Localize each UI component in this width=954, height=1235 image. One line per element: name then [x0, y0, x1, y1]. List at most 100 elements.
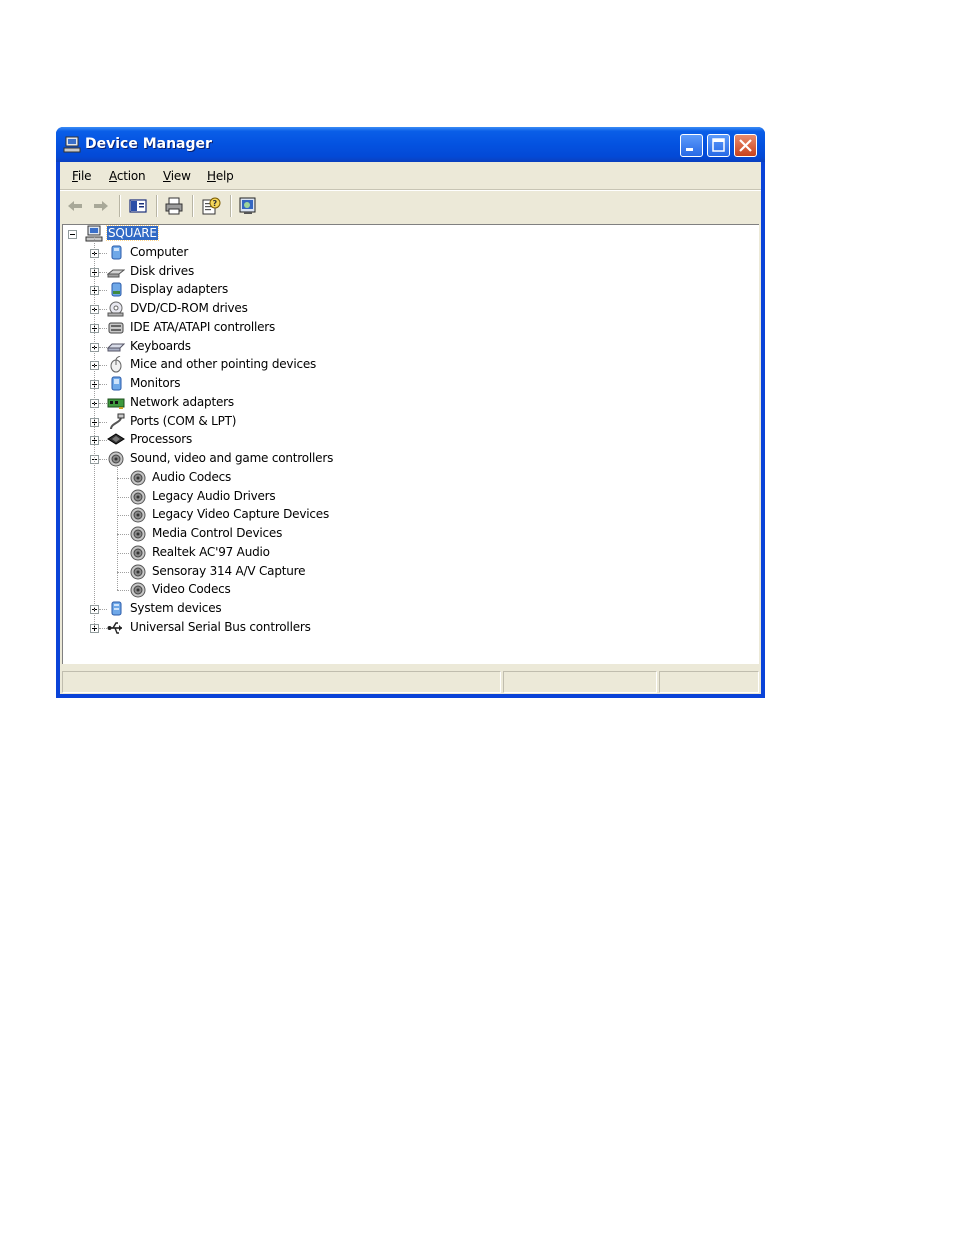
- tree-item-category-label: Network adapters: [130, 394, 234, 409]
- toolbar-separator: [156, 195, 158, 217]
- tree-connector-line: [99, 271, 107, 273]
- tree-item-category-label: Monitors: [130, 376, 181, 390]
- tree-item-category-label: Sound, video and game controllers: [130, 451, 334, 465]
- menu-view[interactable]: View: [163, 169, 191, 183]
- tree-root-label: SQUARE: [106, 225, 159, 241]
- client-area: File Action View Help ? SQUARE Computer …: [60, 162, 761, 694]
- tree-item-category-label: DVD/CD-ROM drives: [130, 301, 248, 315]
- mouse-icon: [110, 356, 122, 373]
- usb-icon: [107, 622, 122, 634]
- speaker-icon: [130, 526, 146, 542]
- tree-item-category-label: Ports (COM & LPT): [130, 413, 237, 428]
- menu-help[interactable]: Help: [207, 169, 234, 183]
- keyboard-icon: [107, 343, 125, 351]
- collapse-toggle[interactable]: [68, 230, 77, 239]
- tree-connector-line: [117, 496, 129, 498]
- device-tree[interactable]: SQUARE Computer Disk drives Display adapte…: [62, 224, 759, 664]
- speaker-icon: [130, 545, 146, 561]
- menu-file[interactable]: File: [72, 169, 92, 183]
- toolbar-separator: [192, 195, 194, 217]
- title-bar[interactable]: Device Manager: [56, 127, 765, 162]
- network-adapter-icon: [107, 398, 125, 409]
- tree-connector-line: [99, 402, 107, 404]
- tree-item-category-label: Processors: [130, 432, 193, 447]
- tree-item-device-label: Media Control Devices: [152, 526, 283, 540]
- tree-connector-line: [99, 309, 107, 310]
- speaker-icon: [130, 470, 146, 486]
- close-button[interactable]: [734, 134, 757, 157]
- tree-connector-line: [117, 590, 129, 592]
- tree-connector-line: [99, 421, 107, 423]
- toolbar: ?: [60, 190, 761, 221]
- menu-bar: File Action View Help: [60, 162, 761, 188]
- tree-item-device-label: Legacy Audio Drivers: [152, 488, 276, 503]
- maximize-icon: [712, 138, 725, 152]
- maximize-button[interactable]: [707, 134, 730, 157]
- back-arrow-icon[interactable]: [64, 196, 86, 216]
- tree-connector-line: [117, 466, 118, 591]
- toolbar-separator: [230, 195, 232, 217]
- tree-item-category-label: Computer: [130, 244, 189, 259]
- speaker-icon: [108, 451, 124, 467]
- tree-connector-line: [99, 327, 107, 329]
- scan-hardware-icon[interactable]: [237, 196, 259, 216]
- tree-item-category-label: Keyboards: [130, 338, 191, 353]
- disk-drive-icon: [107, 269, 125, 277]
- status-pane-main: [62, 671, 501, 693]
- menu-action[interactable]: Action: [109, 169, 146, 183]
- dvd-drive-icon: [107, 301, 124, 317]
- tree-item-device-label: Sensoray 314 A/V Capture: [152, 563, 306, 578]
- speaker-icon: [130, 489, 146, 504]
- window-title: Device Manager: [85, 136, 212, 152]
- tree-connector-line: [99, 384, 107, 385]
- computer-icon: [111, 245, 122, 260]
- tree-connector-line: [99, 252, 107, 254]
- forward-arrow-icon[interactable]: [90, 196, 112, 216]
- tree-item-device-label: Audio Codecs: [152, 469, 232, 484]
- tree-item-category-label: IDE ATA/ATAPI controllers: [130, 319, 276, 334]
- tree-item-device-label: Legacy Video Capture Devices: [152, 507, 329, 522]
- tree-connector-line: [117, 534, 129, 535]
- svg-text:?: ?: [213, 199, 218, 208]
- speaker-icon: [130, 582, 146, 598]
- tree-connector-line: [117, 515, 129, 517]
- tree-item-device-label: Video Codecs: [152, 582, 231, 597]
- close-icon: [739, 139, 752, 152]
- device-manager-icon: [63, 136, 81, 153]
- tree-connector-line: [99, 290, 107, 292]
- device-manager-window: Device Manager File Action View Help ? S…: [56, 127, 765, 698]
- status-pane-3: [659, 671, 759, 693]
- toolbar-separator: [119, 195, 121, 217]
- tree-item-category-label: Disk drives: [130, 263, 195, 278]
- tree-connector-line: [99, 365, 107, 367]
- display-adapter-icon: [111, 282, 122, 297]
- minimize-button[interactable]: [680, 134, 703, 157]
- speaker-icon: [130, 507, 146, 523]
- status-bar: [60, 667, 761, 694]
- tree-connector-line: [99, 459, 107, 460]
- speaker-icon: [130, 564, 146, 579]
- tree-connector-line: [117, 552, 129, 554]
- show-hide-console-tree-icon[interactable]: [127, 196, 149, 216]
- tree-item-category-label: Display adapters: [130, 282, 229, 297]
- tree-connector-line: [94, 237, 95, 628]
- tree-item-device-label: Realtek AC'97 Audio: [152, 544, 270, 559]
- processor-icon: [107, 433, 125, 445]
- tree-connector-line: [99, 346, 107, 348]
- status-pane-2: [503, 671, 657, 693]
- tree-connector-line: [117, 477, 129, 479]
- ide-controller-icon: [108, 322, 124, 334]
- tree-connector-line: [99, 627, 107, 629]
- system-device-icon: [111, 601, 122, 616]
- tree-item-category-label: System devices: [130, 601, 222, 615]
- port-icon: [110, 413, 125, 429]
- minimize-icon: [686, 148, 693, 151]
- print-icon[interactable]: [163, 196, 185, 216]
- properties-help-icon[interactable]: ?: [200, 196, 222, 216]
- tree-item-category-label: Mice and other pointing devices: [130, 357, 317, 372]
- monitor-icon: [111, 376, 122, 391]
- minus-icon: [70, 234, 75, 235]
- tree-item-category-label: Universal Serial Bus controllers: [130, 619, 311, 634]
- tree-connector-line: [99, 609, 107, 610]
- tree-connector-line: [99, 440, 107, 442]
